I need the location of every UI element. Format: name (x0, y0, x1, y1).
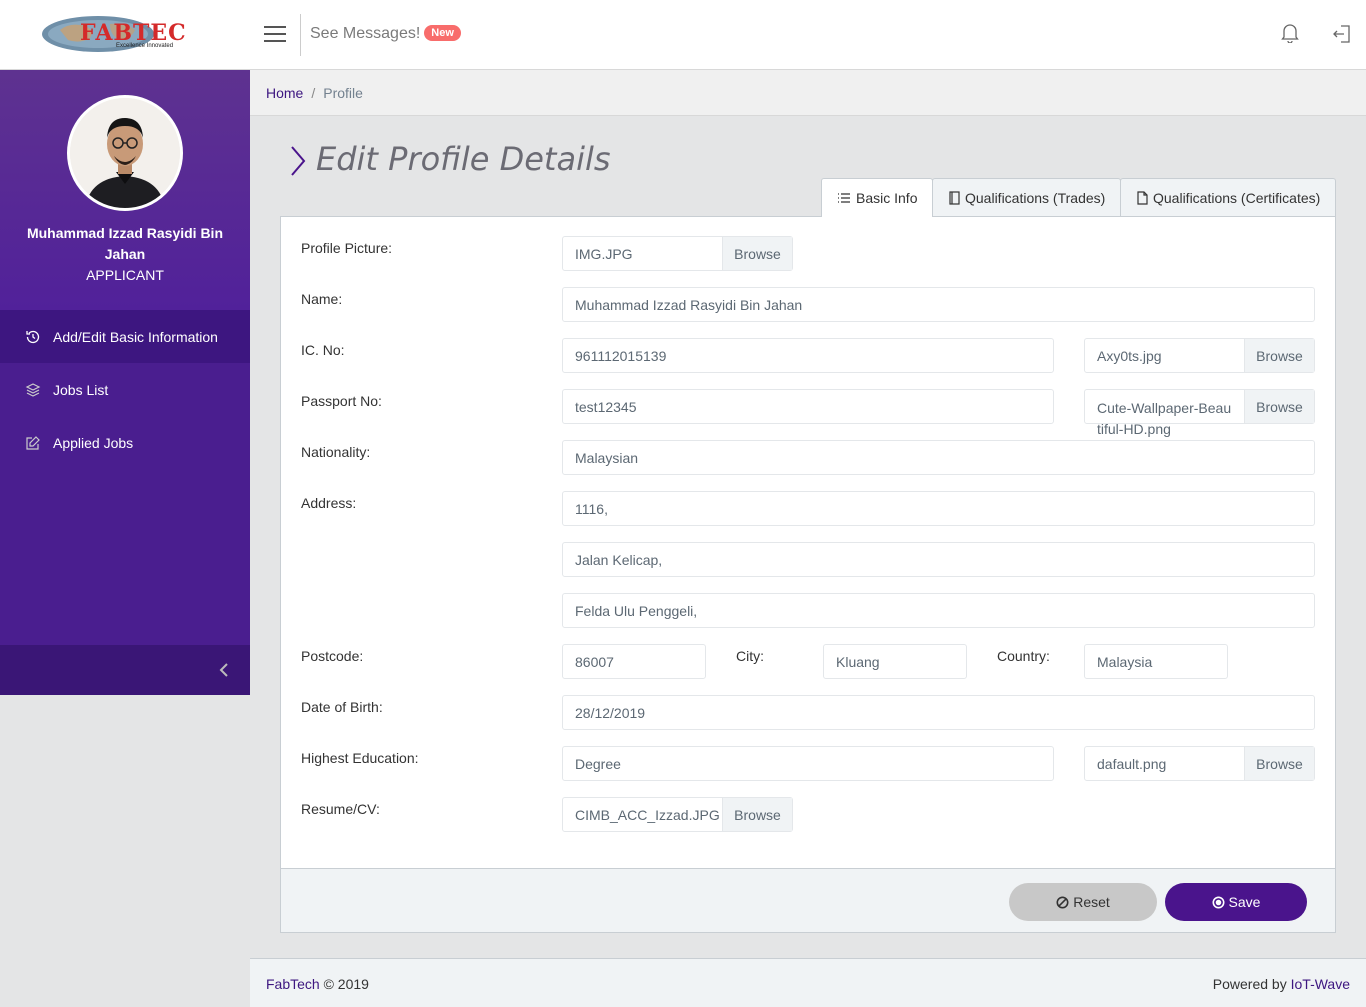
country-input[interactable]: Malaysia (1084, 644, 1228, 679)
browse-button[interactable]: Browse (1244, 339, 1314, 372)
sidebar-item-label: Add/Edit Basic Information (53, 328, 218, 345)
fabtec-logo[interactable]: FABTEC Excellence Innovated (40, 12, 205, 58)
city-input[interactable]: Kluang (823, 644, 967, 679)
resume-label: Resume/CV: (301, 801, 380, 817)
address-line2-input[interactable]: Jalan Kelicap, (562, 542, 1315, 577)
avatar (67, 95, 183, 211)
browse-button[interactable]: Browse (1244, 390, 1314, 423)
nationality-label: Nationality: (301, 444, 371, 460)
page-footer: FabTech © 2019 Powered by IoT-Wave (250, 958, 1366, 1007)
edit-icon (26, 435, 40, 450)
breadcrumb-current: Profile (323, 85, 363, 101)
browse-button[interactable]: Browse (722, 237, 792, 270)
page-title: Edit Profile Details (288, 140, 611, 178)
save-label: Save (1228, 894, 1261, 910)
tab-label: Basic Info (856, 190, 918, 206)
file-name: Axy0ts.jpg (1097, 347, 1162, 364)
dob-label: Date of Birth: (301, 699, 383, 715)
breadcrumb-home-link[interactable]: Home (266, 85, 303, 101)
profile-picture-file-input[interactable]: IMG.JPG Browse (562, 236, 793, 271)
chevron-right-icon (291, 146, 306, 176)
ic-no-label: IC. No: (301, 342, 345, 358)
see-messages-link[interactable]: See Messages! New (310, 25, 461, 43)
powered-by-label: Powered by (1212, 976, 1287, 992)
sidebar: Muhammad Izzad Rasyidi Bin Jahan APPLICA… (0, 70, 250, 695)
dob-input[interactable]: 28/12/2019 (562, 695, 1315, 730)
page-title-text: Edit Profile Details (316, 140, 611, 178)
address-line3-input[interactable]: Felda Ulu Penggeli, (562, 593, 1315, 628)
name-label: Name: (301, 291, 343, 307)
ic-no-input[interactable]: 961112015139 (562, 338, 1054, 373)
footer-powered: Powered by IoT-Wave (1213, 976, 1350, 992)
sidebar-item-label: Jobs List (53, 381, 109, 398)
tab-label: Qualifications (Trades) (965, 189, 1106, 206)
tab-qualifications-trades[interactable]: Qualifications (Trades) (932, 178, 1122, 216)
file-name: dafault.png (1097, 755, 1167, 772)
address-line1-input[interactable]: 1116, (562, 491, 1315, 526)
browse-button[interactable]: Browse (1244, 747, 1314, 780)
resume-file-input[interactable]: CIMB_ACC_Izzad.JPG Browse (562, 797, 793, 832)
profile-form-card: Profile Picture: IMG.JPG Browse Name: Mu… (280, 216, 1336, 933)
postcode-input[interactable]: 86007 (562, 644, 706, 679)
sidebar-minimizer-button[interactable] (0, 645, 250, 695)
sidebar-item-add-edit-basic-information[interactable]: Add/Edit Basic Information (0, 310, 250, 363)
education-file-input[interactable]: dafault.png Browse (1084, 746, 1315, 781)
sidebar-item-applied-jobs[interactable]: Applied Jobs (0, 416, 250, 469)
sidebar-toggle-button[interactable] (264, 26, 286, 44)
address-label: Address: (301, 495, 357, 511)
list-icon (838, 193, 850, 203)
browse-button[interactable]: Browse (722, 798, 792, 831)
reset-label: Reset (1073, 894, 1110, 910)
nationality-input[interactable]: Malaysian (562, 440, 1315, 475)
country-label: Country: (997, 648, 1050, 664)
sidebar-item-label: Applied Jobs (53, 434, 134, 451)
new-badge: New (424, 25, 461, 41)
file-name: CIMB_ACC_Izzad.JPG (575, 806, 720, 823)
ban-icon (1056, 896, 1069, 908)
reset-button[interactable]: Reset (1009, 883, 1157, 921)
bell-icon[interactable] (1281, 23, 1301, 45)
sidebar-profile: Muhammad Izzad Rasyidi Bin Jahan APPLICA… (0, 70, 250, 310)
tab-qualifications-certificates[interactable]: Qualifications (Certificates) (1120, 178, 1337, 216)
footer-brand-link[interactable]: FabTech (266, 976, 320, 992)
tab-basic-info[interactable]: Basic Info (821, 178, 934, 217)
card-footer: Reset Save (281, 868, 1335, 932)
passport-file-input[interactable]: Cute-Wallpaper-Beautiful-HD.png Browse (1084, 389, 1315, 437)
city-label: City: (736, 648, 764, 664)
name-input[interactable]: Muhammad Izzad Rasyidi Bin Jahan (562, 287, 1315, 322)
breadcrumb-separator: / (311, 85, 316, 101)
top-header: FABTEC Excellence Innovated See Messages… (0, 0, 1366, 70)
passport-no-label: Passport No: (301, 393, 382, 409)
save-button[interactable]: Save (1165, 883, 1307, 921)
highest-education-label: Highest Education: (301, 750, 419, 766)
highest-education-input[interactable]: Degree (562, 746, 1054, 781)
layers-icon (25, 382, 41, 397)
profile-picture-label: Profile Picture: (301, 240, 393, 256)
user-name: Muhammad Izzad Rasyidi Bin Jahan (26, 225, 224, 262)
ic-file-input[interactable]: Axy0ts.jpg Browse (1084, 338, 1315, 373)
breadcrumb: Home / Profile (250, 70, 1366, 116)
logout-icon[interactable] (1332, 24, 1352, 44)
book-icon (949, 190, 960, 205)
file-name: Cute-Wallpaper-Beautiful-HD.png (1097, 400, 1232, 437)
user-role: APPLICANT (86, 267, 164, 283)
postcode-label: Postcode: (301, 648, 364, 664)
tab-label: Qualifications (Certificates) (1153, 189, 1321, 206)
passport-no-input[interactable]: test12345 (562, 389, 1054, 424)
footer-copyright: © 2019 (323, 976, 369, 992)
file-name: IMG.JPG (575, 245, 633, 262)
logo-tagline: Excellence Innovated (116, 43, 174, 49)
dot-circle-icon (1212, 896, 1225, 908)
file-icon (1137, 190, 1148, 205)
iot-wave-link[interactable]: IoT-Wave (1291, 976, 1350, 992)
see-messages-label: See Messages! (310, 25, 421, 42)
chevron-left-icon (219, 663, 228, 677)
header-divider (300, 14, 301, 56)
sidebar-item-jobs-list[interactable]: Jobs List (0, 363, 250, 416)
history-icon (26, 330, 40, 343)
